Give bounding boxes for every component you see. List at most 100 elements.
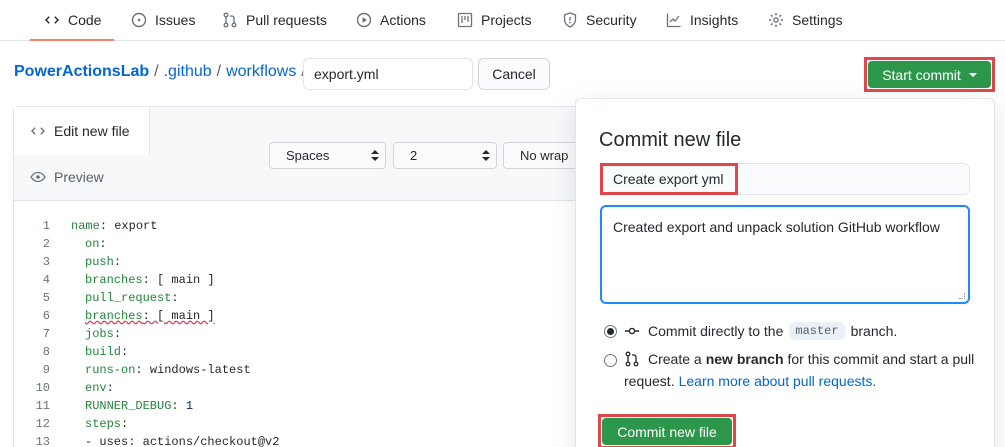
- commit-direct-text: Commit directly to the: [648, 323, 784, 339]
- start-commit-label: Start commit: [882, 66, 961, 83]
- commit-icon: [625, 327, 639, 335]
- code-key: branches: [85, 309, 143, 323]
- code-icon: [31, 127, 45, 135]
- tab-pull-requests-label: Pull requests: [246, 12, 327, 28]
- breadcrumb-repo-link[interactable]: PowerActionsLab: [14, 63, 149, 81]
- learn-more-pull-requests-link[interactable]: Learn more about pull requests.: [679, 373, 877, 389]
- line-number: 11: [35, 399, 50, 413]
- line-text: env:: [85, 381, 114, 395]
- code-line: 12 steps:: [14, 415, 612, 433]
- code-value: 1: [178, 399, 194, 413]
- tab-projects[interactable]: Projects: [457, 0, 532, 40]
- line-number: 6: [42, 309, 50, 323]
- tab-issues[interactable]: Issues: [131, 0, 195, 40]
- new-branch-option-line2: request. Learn more about pull requests.: [624, 373, 876, 389]
- tab-security-label: Security: [586, 12, 637, 28]
- file-editor: Edit new file Preview Spaces 2 No wrap 1…: [13, 106, 614, 447]
- code-key: push: [85, 255, 114, 269]
- line-number: 8: [42, 345, 50, 359]
- commit-direct-radio[interactable]: [604, 325, 617, 338]
- gear-icon: [769, 13, 783, 27]
- branch-name-badge: master: [789, 322, 845, 340]
- code-key: name: [71, 219, 100, 233]
- code-line: 9 runs-on: windows-latest: [14, 361, 612, 379]
- code-value: [ main ]: [149, 309, 215, 323]
- cancel-button[interactable]: Cancel: [478, 58, 550, 90]
- tab-security[interactable]: Security: [562, 0, 637, 40]
- breadcrumb-separator: /: [154, 63, 159, 80]
- line-text: push:: [85, 255, 122, 269]
- tab-insights[interactable]: Insights: [666, 0, 738, 40]
- tab-preview[interactable]: Preview: [30, 169, 104, 185]
- filename-input[interactable]: [303, 58, 473, 90]
- tab-settings[interactable]: Settings: [768, 0, 843, 40]
- line-text: branches: [ main ]: [85, 309, 215, 323]
- start-commit-button[interactable]: Start commit: [868, 61, 991, 88]
- code-value: windows-latest: [142, 363, 251, 377]
- line-text: jobs:: [85, 327, 122, 341]
- line-number: 2: [42, 237, 50, 251]
- resize-handle-icon[interactable]: [959, 293, 965, 299]
- new-branch-text-line2: request.: [624, 373, 675, 389]
- preview-tab-label: Preview: [54, 169, 104, 185]
- commit-new-file-button[interactable]: Commit new file: [602, 418, 732, 445]
- code-line: 13 - uses: actions/checkout@v2: [14, 433, 612, 447]
- shield-icon: [563, 12, 577, 28]
- tab-actions[interactable]: Actions: [356, 0, 426, 40]
- code-line: 1 name: export: [14, 217, 612, 235]
- wrap-mode-value: No wrap: [520, 148, 569, 163]
- line-number: 3: [42, 255, 50, 269]
- line-number: 12: [35, 417, 50, 431]
- editor-header: Edit new file Preview Spaces 2 No wrap: [14, 107, 614, 201]
- tab-actions-label: Actions: [380, 12, 426, 28]
- project-icon: [457, 12, 473, 28]
- commit-summary-value: Create export yml: [613, 171, 724, 187]
- line-text: build:: [85, 345, 129, 359]
- new-branch-option[interactable]: Create a new branch for this commit and …: [624, 351, 974, 367]
- breadcrumb-github-link[interactable]: .github: [164, 63, 212, 81]
- graph-icon: [666, 13, 681, 28]
- tab-edit-new-file[interactable]: Edit new file: [14, 107, 150, 155]
- line-text: RUNNER_DEBUG: 1: [85, 399, 194, 413]
- select-arrows-icon: [371, 150, 379, 162]
- tab-projects-label: Projects: [481, 12, 532, 28]
- tab-code[interactable]: Code: [30, 0, 114, 41]
- line-number: 13: [35, 435, 50, 447]
- code-line: 8 build:: [14, 343, 612, 361]
- line-text: runs-on: windows-latest: [85, 363, 251, 377]
- pull-request-icon: [223, 12, 237, 28]
- line-number: 4: [42, 273, 50, 287]
- indent-mode-value: Spaces: [286, 148, 330, 163]
- line-text: name: export: [71, 219, 158, 233]
- code-key: steps: [85, 417, 122, 431]
- code-line: 3 push:: [14, 253, 612, 271]
- breadcrumb-workflows-link[interactable]: workflows: [226, 63, 296, 81]
- tab-code-label: Code: [68, 11, 102, 28]
- tab-insights-label: Insights: [690, 12, 739, 28]
- pull-request-icon: [625, 351, 639, 367]
- issues-icon: [131, 12, 147, 28]
- indent-mode-select[interactable]: Spaces: [269, 142, 386, 169]
- code-key: - uses: [85, 435, 129, 447]
- new-branch-radio[interactable]: [604, 354, 617, 367]
- code-value: [ main ]: [149, 273, 215, 287]
- code-value: actions/checkout@v2: [135, 435, 280, 447]
- code-value: export: [107, 219, 158, 233]
- commit-title: Commit new file: [599, 129, 742, 151]
- caret-down-icon: [968, 72, 977, 77]
- new-branch-text-post: for this commit and start a pull: [787, 351, 975, 367]
- code-line: 10 env:: [14, 379, 612, 397]
- line-number: 7: [42, 327, 50, 341]
- edit-tab-label: Edit new file: [54, 123, 130, 139]
- commit-description-value: Created export and unpack solution GitHu…: [613, 219, 940, 235]
- commit-description-textarea[interactable]: Created export and unpack solution GitHu…: [600, 205, 970, 304]
- tab-pull-requests[interactable]: Pull requests: [222, 0, 327, 40]
- play-icon: [356, 12, 372, 28]
- code-key: runs-on: [85, 363, 136, 377]
- line-text: steps:: [85, 417, 129, 431]
- indent-size-select[interactable]: 2: [393, 142, 497, 169]
- select-arrows-icon: [482, 150, 490, 162]
- commit-direct-option[interactable]: Commit directly to the master branch.: [624, 322, 897, 340]
- code-line: 2 on:: [14, 235, 612, 253]
- code-line: 11 RUNNER_DEBUG: 1: [14, 397, 612, 415]
